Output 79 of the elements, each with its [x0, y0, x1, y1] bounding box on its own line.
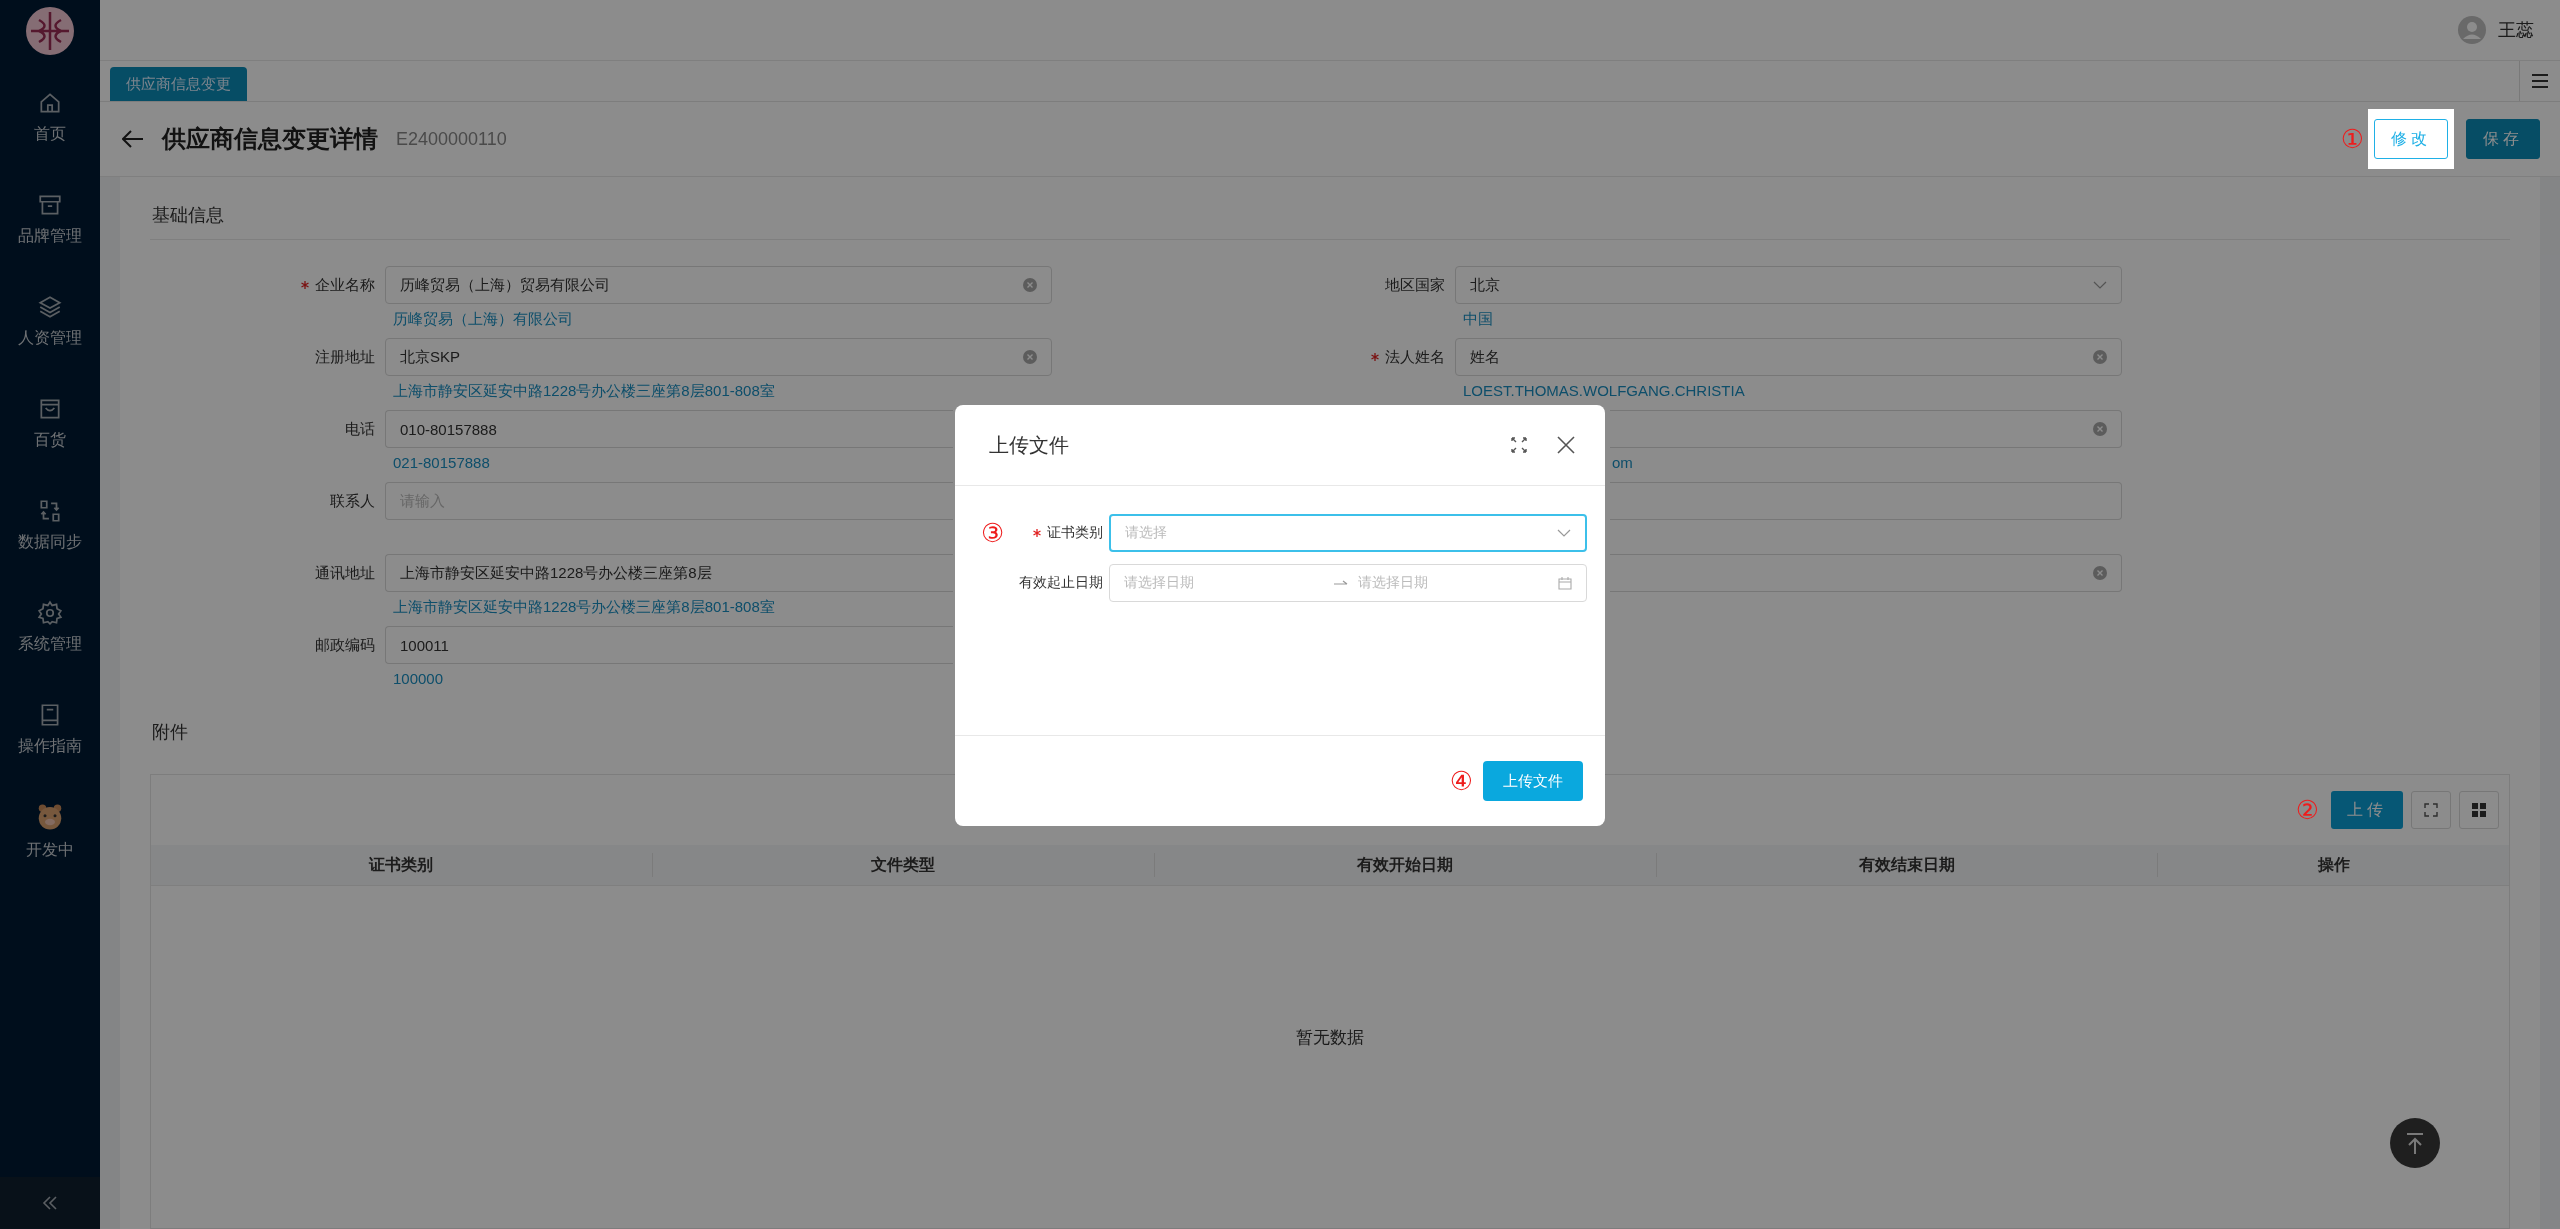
gear-icon [37, 599, 63, 626]
input-field[interactable] [1610, 554, 2122, 592]
step-number: ③ [981, 520, 1005, 546]
upload-button[interactable]: 上传 [2331, 791, 2403, 829]
close-icon[interactable] [1557, 436, 1575, 454]
original-value-hint: LOEST.THOMAS.WOLFGANG.CHRISTIA [1462, 381, 1746, 399]
section-title: 附件 [151, 721, 189, 744]
page-title: 供应商信息变更详情 [162, 124, 378, 154]
maximize-icon[interactable] [1511, 437, 1527, 453]
original-value-hint: 上海市静安区延安中路1228号办公楼三座第8层801-808室 [392, 381, 776, 401]
original-value-hint: 上海市静安区延安中路1228号办公楼三座第8层801-808室 [392, 597, 776, 617]
sidebar-item[interactable]: 开发中 [0, 780, 100, 882]
original-value-hint: 历峰贸易（上海）有限公司 [392, 309, 574, 329]
column-header: 有效开始日期 [1154, 853, 1657, 877]
empty-message: 暂无数据 [1296, 1026, 1364, 1049]
user-name[interactable]: 王蕊 [2498, 18, 2534, 42]
field-label: 联系人 [330, 491, 375, 511]
sidebar-item[interactable]: 首页 [0, 66, 100, 168]
column-header: 操作 [2316, 854, 2351, 875]
original-value-hint: 中国 [1462, 309, 1494, 329]
edit-button[interactable]: 修改 [2374, 119, 2448, 159]
clear-icon[interactable] [2093, 422, 2107, 436]
range-arrow-icon [1334, 579, 1348, 587]
clear-icon[interactable] [2093, 350, 2107, 364]
step-number: ④ [1449, 768, 1473, 794]
fullscreen-icon [2424, 803, 2438, 817]
calendar-icon [1558, 576, 1572, 590]
sync-icon [37, 497, 63, 524]
sidebar-item[interactable]: 系统管理 [0, 576, 100, 678]
sidebar-item[interactable]: 数据同步 [0, 474, 100, 576]
field-label: 电话 [345, 419, 375, 439]
field-label: 注册地址 [315, 347, 375, 367]
back-arrow-icon[interactable] [122, 130, 144, 148]
sidebar-item[interactable]: 操作指南 [0, 678, 100, 780]
chevron-down-icon [2093, 281, 2107, 289]
input-field[interactable]: 北京SKP [385, 338, 1052, 376]
field-label: 证书类别 [1047, 524, 1103, 542]
back-to-top-icon[interactable] [2390, 1118, 2440, 1168]
sidebar-item[interactable]: 品牌管理 [0, 168, 100, 270]
step-number: ① [2340, 126, 2364, 152]
section-title: 基础信息 [150, 177, 2510, 240]
select-field[interactable]: 北京 [1455, 266, 2122, 304]
column-header: 证书类别 [151, 853, 653, 877]
column-header: 有效结束日期 [1656, 853, 2159, 877]
logo-icon [25, 6, 75, 56]
field-label: 法人姓名 [1385, 347, 1445, 367]
field-label: 通讯地址 [315, 563, 375, 583]
field-label: 有效起止日期 [1019, 574, 1103, 592]
input-field[interactable]: 姓名 [1455, 338, 2122, 376]
menu-icon [2531, 73, 2549, 89]
original-value-hint: 021-80157888 [392, 453, 491, 471]
avatar-icon[interactable] [2458, 16, 2486, 44]
collapse-icon[interactable] [42, 1196, 58, 1210]
grid-icon [2472, 803, 2486, 817]
clear-icon[interactable] [2093, 566, 2107, 580]
column-header: 文件类型 [652, 853, 1155, 877]
clear-icon[interactable] [1023, 350, 1037, 364]
sidebar-item[interactable]: 百货 [0, 372, 100, 474]
input-field[interactable]: 上海市静安区延安中路1228号办公楼三座第8层 [385, 554, 953, 592]
document-number: E2400000110 [396, 128, 507, 150]
clear-icon[interactable] [1023, 278, 1037, 292]
input-field[interactable]: 010-80157888 [385, 410, 953, 448]
input-field[interactable]: 100011 [385, 626, 953, 664]
fullscreen-button[interactable] [2411, 791, 2451, 829]
layout-button[interactable] [2459, 791, 2499, 829]
original-value-hint: om [1611, 453, 1634, 471]
field-label: 邮政编码 [315, 635, 375, 655]
page-tab[interactable]: 供应商信息变更 [110, 67, 247, 101]
input-field[interactable] [1610, 410, 2122, 448]
chevron-down-icon [1557, 529, 1571, 537]
save-button[interactable]: 保存 [2466, 119, 2540, 159]
dialog-title: 上传文件 [989, 432, 1069, 458]
sidebar-item[interactable]: 人资管理 [0, 270, 100, 372]
original-value-hint: 100000 [392, 669, 445, 687]
input-field[interactable]: 历峰贸易（上海）贸易有限公司 [385, 266, 1052, 304]
upload-file-button[interactable]: 上传文件 [1483, 761, 1583, 801]
field-label: 地区国家 [1385, 275, 1445, 295]
field-label: 企业名称 [315, 275, 375, 295]
step-number: ② [2295, 797, 2319, 823]
